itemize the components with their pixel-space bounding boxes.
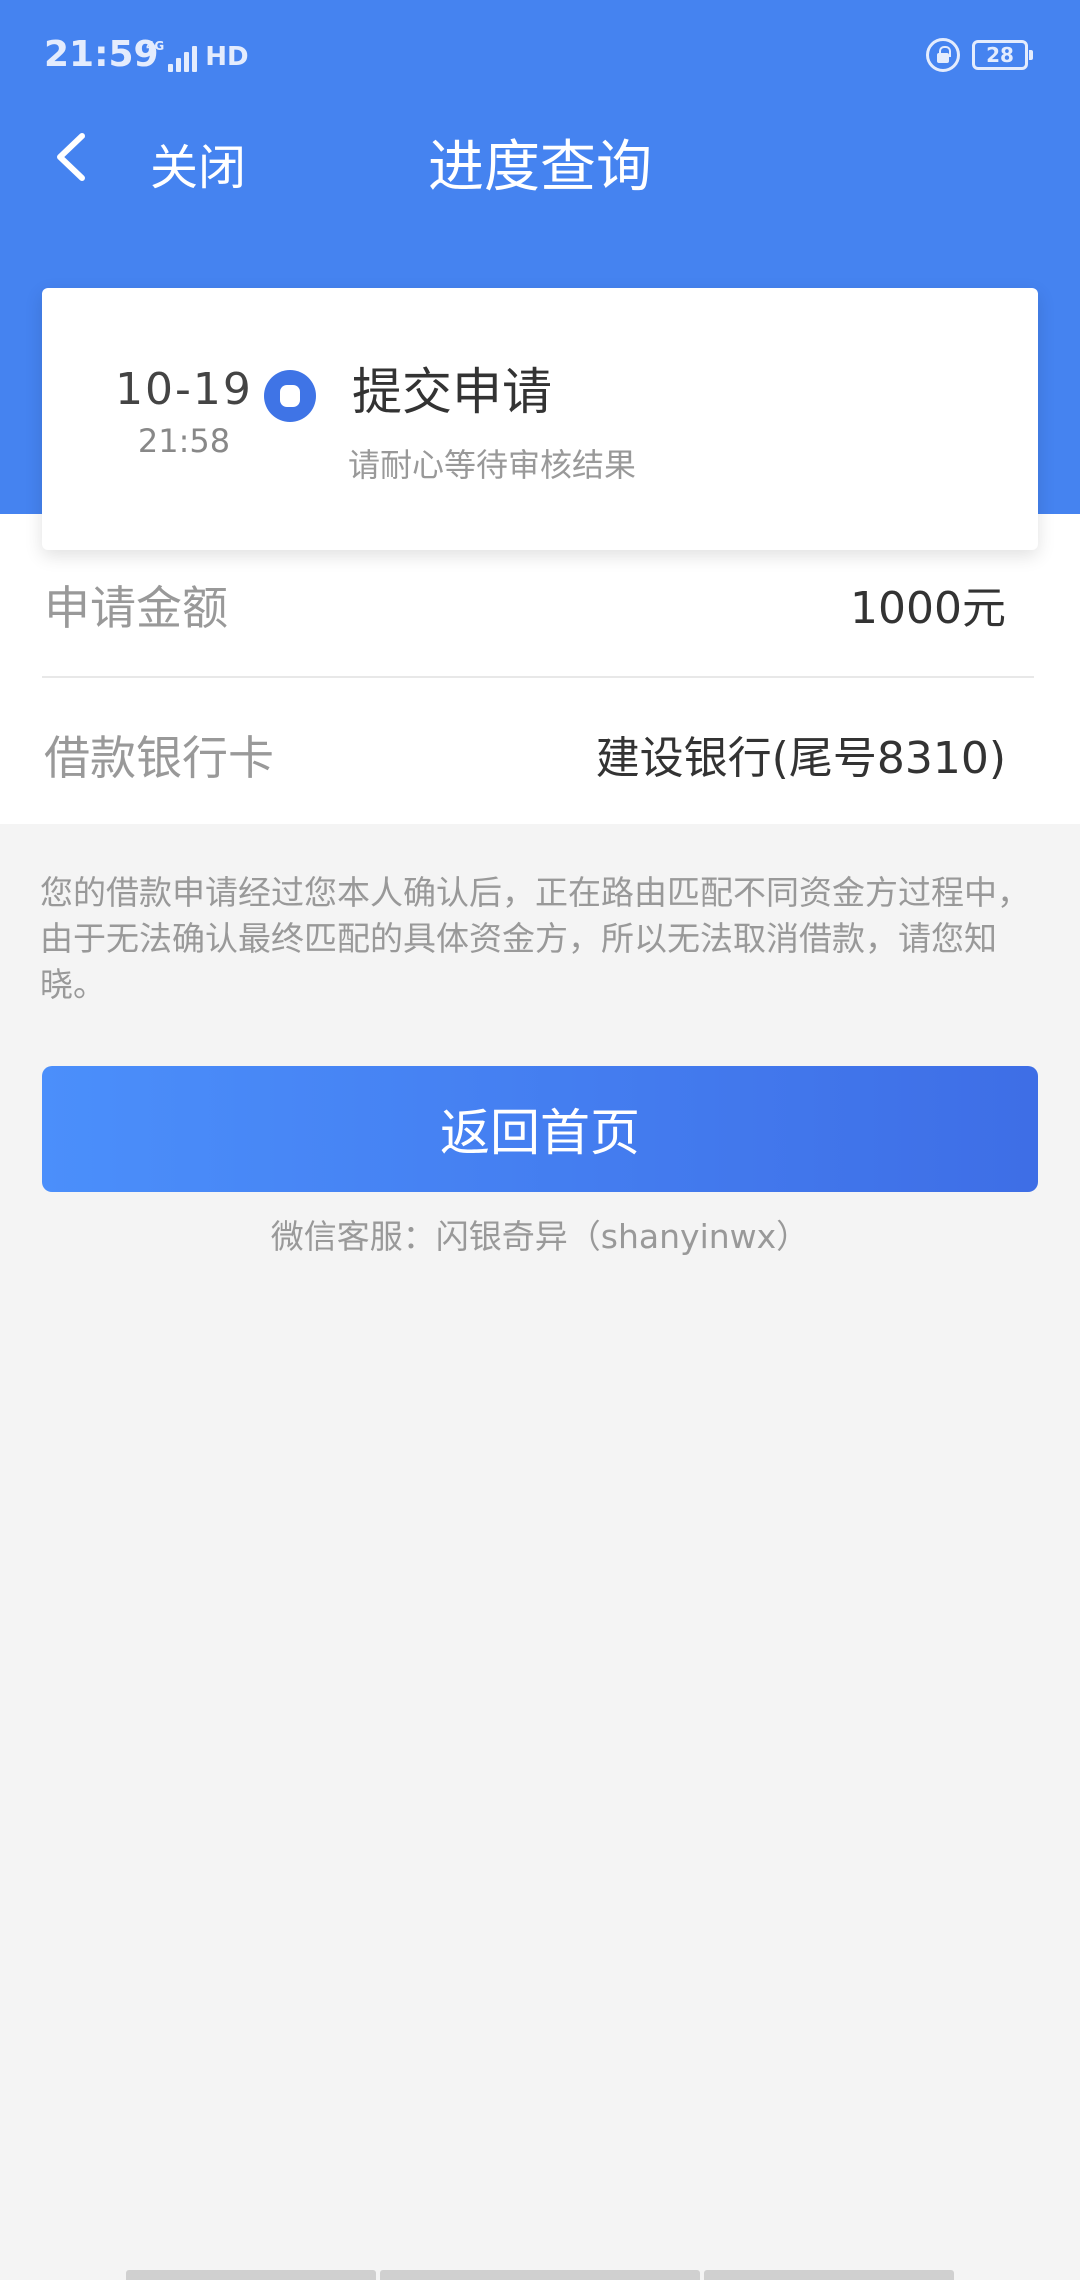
- network-type-label: 4G: [146, 39, 165, 53]
- battery-level: 28: [986, 43, 1014, 67]
- bank-card-row: 借款银行卡 建设银行(尾号8310): [42, 680, 1034, 810]
- progress-card: 10-19 21:58 提交申请 请耐心等待审核结果: [42, 288, 1038, 550]
- notice-text: 您的借款申请经过您本人确认后，正在路由匹配不同资金方过程中，由于无法确认最终匹配…: [40, 873, 1030, 1004]
- step-date: 10-19: [115, 364, 253, 415]
- nav-gesture-bar: [380, 2270, 700, 2280]
- return-home-button[interactable]: 返回首页: [42, 1066, 1038, 1192]
- status-bar: 21:59 4G HD 28: [0, 0, 1080, 110]
- signal-indicator: 4G HD: [146, 38, 249, 72]
- signal-icon: [168, 46, 198, 72]
- bank-card-value: 建设银行(尾号8310): [595, 733, 1006, 784]
- bank-card-label: 借款银行卡: [44, 731, 274, 785]
- nav-gesture-bar: [704, 2270, 954, 2280]
- step-description: 请耐心等待审核结果: [348, 446, 637, 484]
- nav-gesture-bar: [126, 2270, 376, 2280]
- rotation-lock-icon: [926, 38, 960, 72]
- amount-value: 1000元: [850, 583, 1006, 634]
- hd-icon: HD: [205, 42, 249, 72]
- status-time: 21:59: [44, 34, 159, 75]
- step-time: 21:58: [137, 422, 231, 460]
- amount-label: 申请金额: [44, 581, 228, 635]
- page-title: 进度查询: [428, 135, 652, 200]
- step-status-icon: [264, 370, 316, 422]
- info-section: 申请金额 1000元 借款银行卡 建设银行(尾号8310): [0, 514, 1080, 824]
- step-title: 提交申请: [352, 363, 552, 421]
- customer-service-text: 微信客服：闪银奇异（shanyinwx）: [270, 1217, 810, 1256]
- amount-row: 申请金额 1000元: [42, 544, 1034, 678]
- battery-icon: 28: [972, 40, 1033, 70]
